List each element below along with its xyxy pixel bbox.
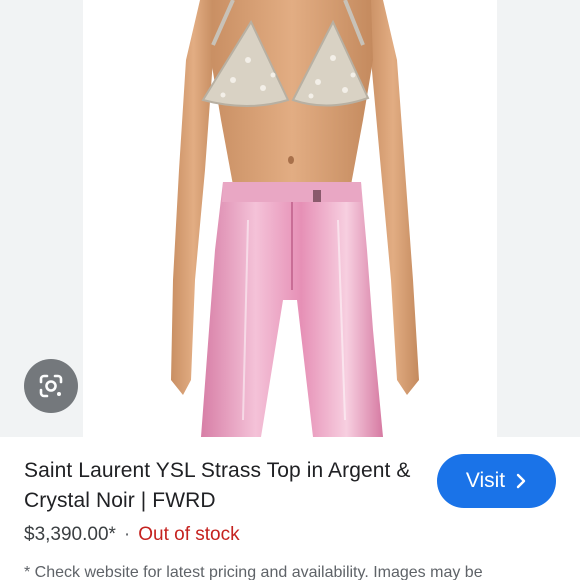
product-photo[interactable] (83, 0, 497, 437)
product-title[interactable]: Saint Laurent YSL Strass Top in Argent &… (24, 456, 414, 516)
model-illustration (171, 0, 419, 437)
price-row: $3,390.00* · Out of stock (24, 523, 240, 547)
product-info-panel: Saint Laurent YSL Strass Top in Argent &… (0, 437, 580, 580)
product-image-area (0, 0, 580, 437)
google-lens-icon (39, 374, 63, 398)
chevron-right-icon (516, 473, 526, 489)
separator-dot: · (123, 524, 131, 545)
visit-button[interactable]: Visit (437, 454, 556, 508)
visit-button-label: Visit (465, 469, 506, 492)
google-lens-button[interactable] (24, 359, 78, 413)
price: $3,390.00* (24, 524, 116, 545)
pricing-disclaimer: * Check website for latest pricing and a… (24, 564, 483, 580)
stock-status: Out of stock (138, 524, 240, 545)
